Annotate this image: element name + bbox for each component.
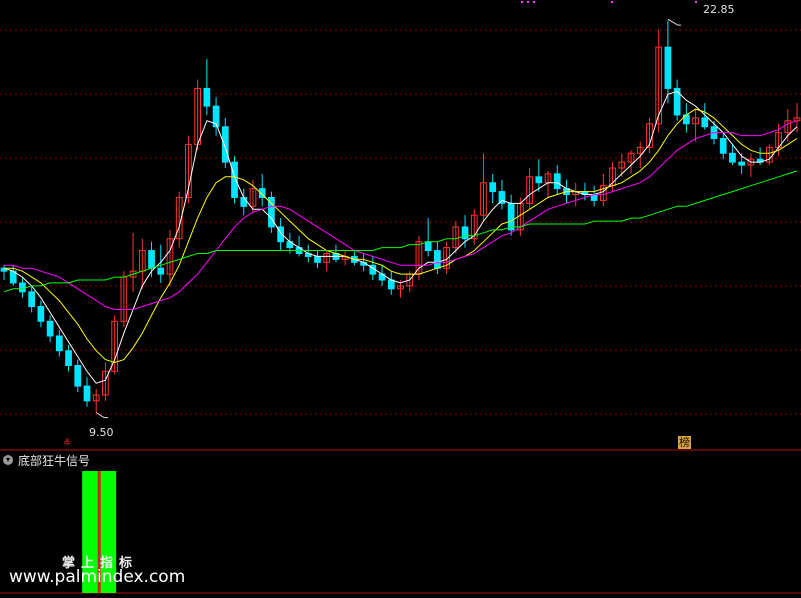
candle-body-76 [701, 117, 709, 128]
candle-body-24 [221, 126, 229, 163]
candle-body-53 [489, 182, 497, 193]
candle-body-16 [148, 250, 155, 269]
price-chart[interactable] [0, 0, 801, 598]
chart-window: ▾ 底部狂牛信号 22.85 9.50 ≗ 榜 掌上指标 www.palmind… [0, 0, 801, 598]
top-dot-2 [533, 1, 535, 3]
candle-body-72 [664, 46, 672, 89]
candle-body-4 [37, 306, 45, 322]
candle-body-58 [535, 176, 543, 184]
candle-body-8 [74, 364, 82, 387]
ma-line-0 [3, 90, 798, 384]
high-pointer [667, 18, 681, 26]
candle-body-5 [46, 320, 54, 337]
low-pointer [95, 412, 109, 419]
candle-body-50 [461, 226, 469, 240]
candle-body-17 [157, 267, 165, 275]
candle-body-55 [507, 202, 515, 231]
candle-body-54 [498, 191, 506, 204]
candle-body-3 [28, 291, 36, 308]
low-price-label: 9.50 [89, 426, 114, 439]
candle-body-2 [19, 282, 26, 293]
chevron-down-icon[interactable]: ▾ [3, 455, 13, 465]
top-dot-1 [527, 1, 529, 3]
bottom-signal-marker: ≗ [63, 438, 72, 449]
candle-body-7 [65, 350, 72, 366]
top-dot-3 [611, 1, 613, 3]
candle-body-60 [553, 173, 561, 190]
candle-body-46 [424, 241, 432, 252]
candle-body-42 [387, 279, 395, 290]
top-dot-0 [521, 1, 523, 3]
watermark: www.palmindex.com [9, 567, 186, 587]
indicator-title: 底部狂牛信号 [18, 454, 91, 468]
candle-body-6 [55, 335, 63, 352]
top-dot-4 [695, 1, 697, 3]
candle-body-78 [719, 138, 727, 154]
candle-body-79 [729, 152, 736, 163]
high-price-label: 22.85 [703, 3, 735, 16]
candle-body-22 [203, 87, 211, 107]
list-badge: 榜 [678, 436, 691, 449]
candle-body-34 [314, 255, 321, 263]
ma-line-1 [4, 108, 798, 364]
candle-body-80 [738, 161, 746, 166]
candle-body-26 [240, 196, 248, 207]
candle-body-25 [231, 161, 238, 198]
candle-body-47 [434, 250, 441, 269]
candle-body-9 [83, 385, 91, 402]
